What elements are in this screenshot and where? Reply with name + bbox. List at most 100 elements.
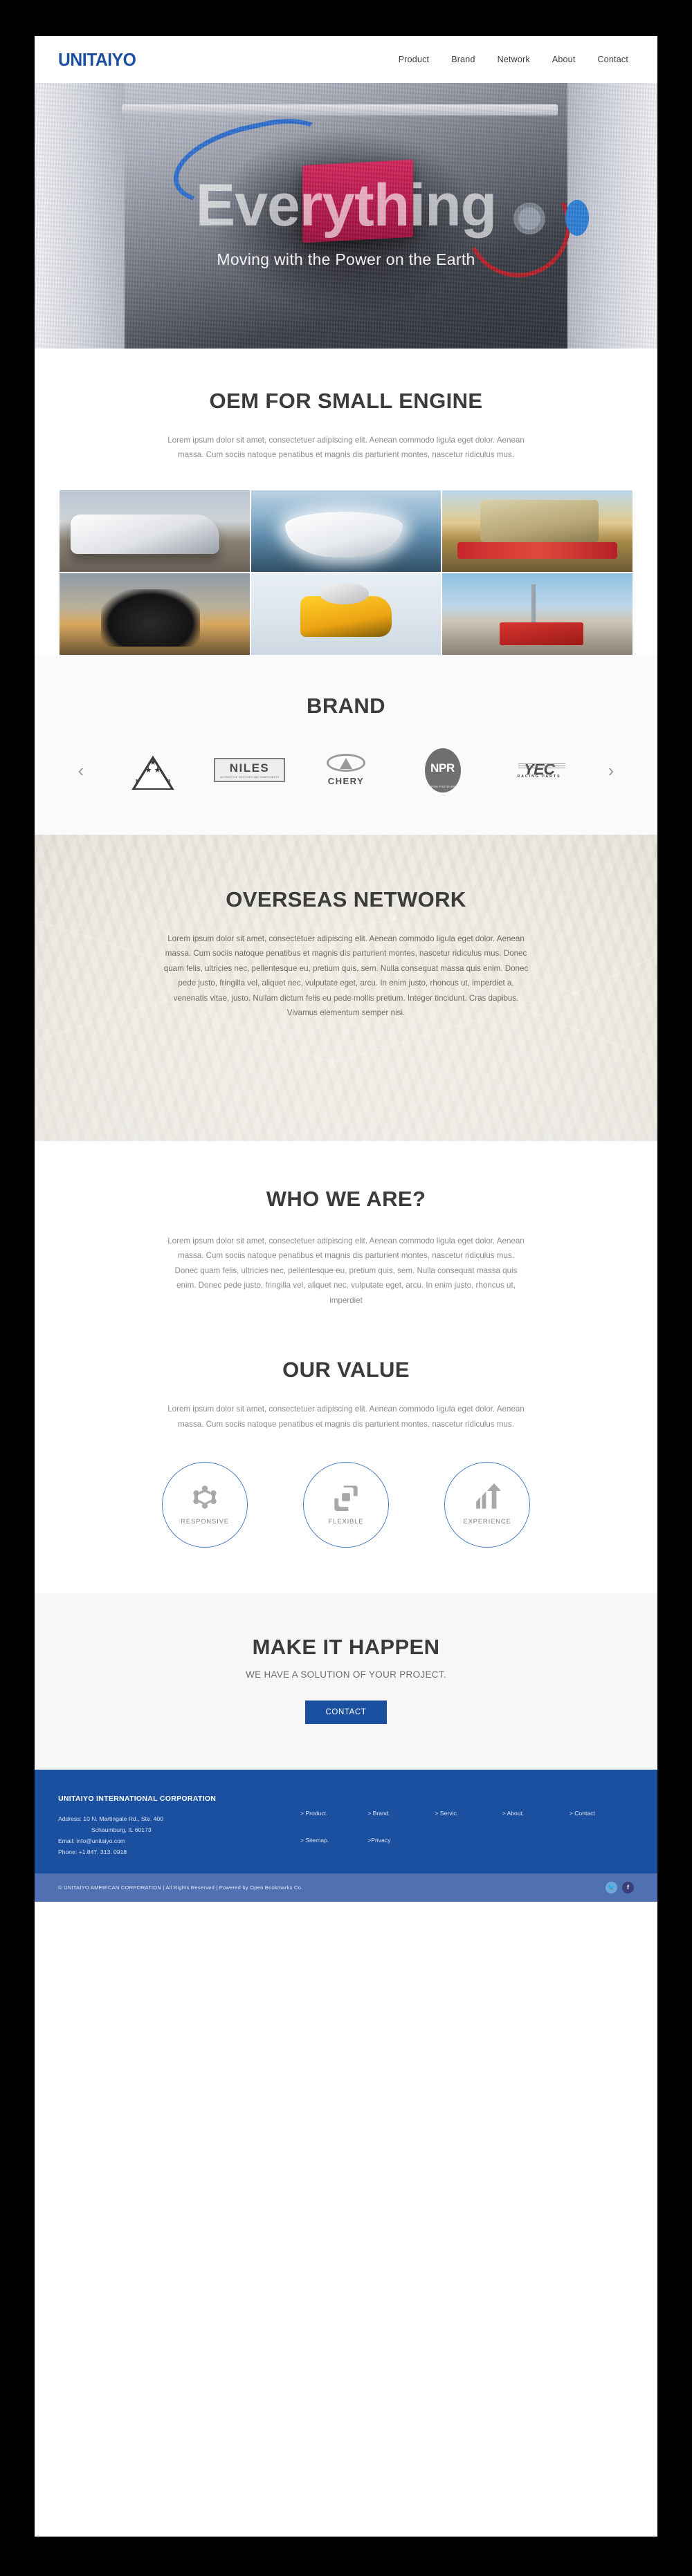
npr-wordmark: NPR	[430, 761, 455, 775]
product-tile-yacht[interactable]	[251, 490, 441, 572]
copyright-text: © UNITAIYO AMERICAN CORPORATION | All Ri…	[58, 1884, 303, 1891]
cta-section: MAKE IT HAPPEN WE HAVE A SOLUTION OF YOU…	[35, 1593, 657, 1770]
value-circle-responsive[interactable]: RESPONSIVE	[162, 1461, 248, 1548]
hero-banner: Everything Moving with the Power on the …	[35, 83, 657, 349]
cta-subtitle: WE HAVE A SOLUTION OF YOUR PROJECT.	[246, 1669, 446, 1680]
footer-company-name: UNITAIYO INTERNATIONAL CORPORATION	[58, 1794, 217, 1803]
value-text: Lorem ipsum dolor sit amet, consectetuer…	[167, 1405, 525, 1429]
nav-item-brand[interactable]: Brand	[451, 55, 475, 64]
chery-wordmark: CHERY	[327, 776, 365, 787]
niles-tagline: AUTOMOTIVE SWITCHES AND COMPONENTS	[219, 776, 280, 779]
npr-ellipse-icon: NPR NIPPON PISTON RING	[424, 748, 461, 793]
overseas-network-section: OVERSEAS NETWORK Lorem ipsum dolor sit a…	[35, 834, 657, 1141]
who-title: WHO WE ARE?	[266, 1186, 426, 1211]
brand-logo-chery[interactable]: CHERY	[308, 746, 384, 795]
value-label-flexible: FLEXIBLE	[328, 1518, 364, 1526]
brand-logo-list: ★ ★ ★ MITSUB□SHI NILES AUTOMOTIVE SWITCH…	[104, 746, 588, 795]
footer-link-about[interactable]: > About.	[502, 1810, 567, 1831]
brand-logo-yec[interactable]: YEC RACING PARTS	[501, 746, 577, 795]
brand-section: BRAND ‹ ★ ★ ★ MITSUB□SHI NILES AUTOMOTIV…	[35, 654, 657, 835]
product-tile-motorcycle[interactable]	[60, 573, 250, 655]
brand-logo-npr[interactable]: NPR NIPPON PISTON RING	[405, 746, 481, 795]
product-tile-car[interactable]	[60, 490, 250, 572]
main-nav: Product Brand Network About Contact	[399, 55, 637, 64]
footer-address-line2: Schaumburg, IL 60173	[58, 1825, 286, 1836]
footer-link-brand[interactable]: > Brand.	[367, 1810, 432, 1831]
oem-text: Lorem ipsum dolor sit amet, consectetuer…	[167, 436, 525, 460]
carousel-prev-icon[interactable]: ‹	[72, 761, 90, 779]
facebook-icon[interactable]: f	[622, 1881, 634, 1893]
car-image	[60, 490, 250, 572]
footer-bottom-bar: © UNITAIYO AMERICAN CORPORATION | All Ri…	[35, 1873, 657, 1902]
footer-link-spacer-2	[502, 1837, 567, 1857]
footer-link-service[interactable]: > Servic.	[435, 1810, 499, 1831]
footer-top: UNITAIYO INTERNATIONAL CORPORATION Addre…	[58, 1793, 634, 1858]
brand-title: BRAND	[307, 693, 385, 718]
chery-emblem-icon	[327, 754, 365, 772]
npr-tagline: NIPPON PISTON RING	[426, 784, 459, 788]
niles-box: NILES AUTOMOTIVE SWITCHES AND COMPONENTS	[213, 758, 286, 783]
footer-link-spacer-3	[570, 1837, 634, 1857]
product-tile-harvester[interactable]	[442, 490, 632, 572]
site-footer: UNITAIYO INTERNATIONAL CORPORATION Addre…	[35, 1769, 657, 1902]
contact-button[interactable]: CONTACT	[304, 1700, 388, 1724]
network-text: Lorem ipsum dolor sit amet, consectetuer…	[163, 934, 529, 1018]
footer-address-line1: Address: 10 N. Martingale Rd., Ste. 400	[58, 1815, 163, 1823]
light-tower-image	[442, 573, 632, 655]
mitsuboshi-stars-icon: ★ ★ ★	[145, 759, 161, 775]
product-tile-snowmobile[interactable]	[251, 573, 441, 655]
network-title: OVERSEAS NETWORK	[226, 887, 466, 911]
brand-carousel: ‹ ★ ★ ★ MITSUB□SHI NILES AUTOMOTIVE SWIT…	[58, 746, 634, 795]
people-circle-icon	[193, 1485, 217, 1510]
value-label-experience: EXPERIENCE	[463, 1518, 511, 1526]
hero-copy: Everything Moving with the Power on the …	[35, 83, 657, 349]
snowmobile-image	[251, 573, 441, 655]
footer-link-privacy[interactable]: >Privacy	[367, 1837, 432, 1857]
our-value-section: OUR VALUE Lorem ipsum dolor sit amet, co…	[35, 1315, 657, 1593]
carousel-next-icon[interactable]: ›	[602, 761, 620, 779]
nav-item-about[interactable]: About	[552, 55, 576, 64]
hero-title: Everything	[195, 172, 497, 239]
product-image-grid	[35, 490, 657, 655]
value-title: OUR VALUE	[282, 1358, 410, 1382]
footer-address-city: Schaumburg, IL 60173	[91, 1826, 152, 1834]
brand-logo-niles[interactable]: NILES AUTOMOTIVE SWITCHES AND COMPONENTS	[212, 746, 288, 795]
cta-title: MAKE IT HAPPEN	[252, 1634, 440, 1659]
value-label-responsive: RESPONSIVE	[181, 1518, 229, 1526]
growth-arrow-icon	[476, 1483, 501, 1510]
niles-wordmark: NILES	[229, 761, 270, 775]
twitter-icon[interactable]: 🐦	[606, 1881, 617, 1893]
overlapping-squares-icon	[334, 1485, 358, 1512]
product-tile-light-tower[interactable]	[442, 573, 632, 655]
value-circle-flexible[interactable]: FLEXIBLE	[303, 1461, 389, 1548]
nav-item-contact[interactable]: Contact	[598, 55, 628, 64]
motorcycle-image	[60, 573, 250, 655]
nav-item-network[interactable]: Network	[498, 55, 530, 64]
footer-link-sitemap[interactable]: > Sitemap.	[300, 1837, 365, 1857]
yec-tagline: RACING PARTS	[517, 775, 561, 779]
harvester-image	[442, 490, 632, 572]
nav-item-product[interactable]: Product	[399, 55, 429, 64]
oem-title: OEM FOR SMALL ENGINE	[209, 389, 483, 413]
footer-phone[interactable]: Phone: +1.847. 313. 0918	[58, 1847, 286, 1858]
oem-section: OEM FOR SMALL ENGINE Lorem ipsum dolor s…	[35, 349, 657, 490]
value-circle-experience[interactable]: EXPERIENCE	[444, 1461, 530, 1548]
logo[interactable]: UNITAIYO	[58, 49, 136, 71]
value-circle-list: RESPONSIVE FLEXIBLE EXPERIENCE	[58, 1461, 634, 1548]
who-text: Lorem ipsum dolor sit amet, consectetuer…	[167, 1236, 525, 1305]
footer-link-grid: > Product. > Brand. > Servic. > About. >…	[300, 1793, 634, 1858]
network-copy: OVERSEAS NETWORK Lorem ipsum dolor sit a…	[35, 835, 657, 1021]
footer-company-block: UNITAIYO INTERNATIONAL CORPORATION Addre…	[58, 1793, 286, 1858]
yacht-image	[251, 490, 441, 572]
social-links: 🐦 f	[606, 1881, 634, 1893]
who-we-are-section: WHO WE ARE? Lorem ipsum dolor sit amet, …	[35, 1140, 657, 1315]
footer-link-product[interactable]: > Product.	[300, 1810, 365, 1831]
page-root: UNITAIYO Product Brand Network About Con…	[35, 36, 657, 2537]
site-header: UNITAIYO Product Brand Network About Con…	[35, 36, 657, 83]
brand-logo-mitsuboshi[interactable]: ★ ★ ★ MITSUB□SHI	[115, 746, 191, 795]
footer-link-spacer-1	[435, 1837, 499, 1857]
yec-stripes-icon	[518, 763, 565, 770]
hero-subtitle: Moving with the Power on the Earth	[217, 250, 475, 268]
footer-email[interactable]: Email: info@unitaiyo.com	[58, 1836, 286, 1847]
footer-link-contact[interactable]: > Contact	[570, 1810, 634, 1831]
